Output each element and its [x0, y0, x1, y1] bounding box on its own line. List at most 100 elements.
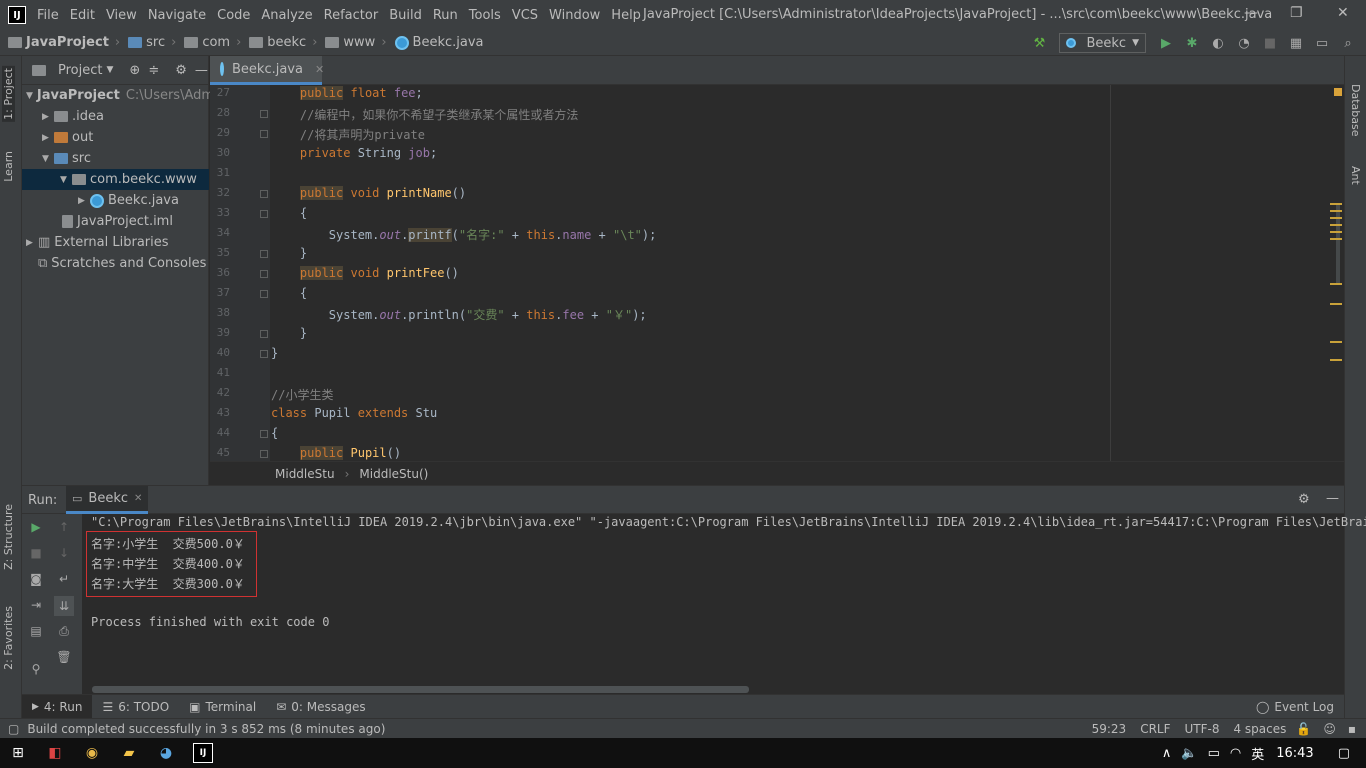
scroll-thumb[interactable] — [1336, 203, 1340, 283]
tree-item-javaproject[interactable]: ▼ JavaProject C:\Users\Adm — [26, 85, 214, 106]
debug-icon[interactable]: ✱ — [1184, 35, 1200, 51]
fold-marker-icon[interactable] — [260, 330, 268, 338]
locate-icon[interactable]: ⊕ — [129, 63, 140, 78]
app-icon[interactable]: ◧ — [45, 743, 65, 763]
wifi-icon[interactable]: ◠ — [1230, 746, 1241, 761]
indent-setting[interactable]: 4 spaces — [1233, 722, 1286, 736]
tree-item-scratches[interactable]: ⧉ Scratches and Consoles — [38, 253, 206, 274]
crumb-com[interactable]: com — [184, 35, 230, 50]
print-icon[interactable]: ⎙ — [56, 624, 72, 638]
fold-marker-icon[interactable] — [260, 290, 268, 298]
tab-structure[interactable]: Z: Structure — [2, 504, 15, 570]
tab-favorites[interactable]: 2: Favorites — [2, 606, 15, 670]
notifications-icon[interactable]: ▪ — [1348, 722, 1356, 736]
file-explorer-icon[interactable]: ▰ — [119, 743, 139, 763]
inspector-icon[interactable]: ☺ — [1323, 722, 1336, 736]
tab-beekc-java[interactable]: Beekc.java ✕ — [210, 56, 324, 85]
warning-stripe-marker[interactable] — [1330, 217, 1342, 219]
file-encoding[interactable]: UTF-8 — [1185, 722, 1220, 736]
menu-help[interactable]: Help — [611, 8, 641, 23]
trash-icon[interactable]: 🗑 — [56, 650, 72, 664]
horizontal-scrollbar[interactable] — [92, 686, 749, 693]
clock[interactable]: 16:43 — [1276, 746, 1313, 761]
coverage-icon[interactable]: ◐ — [1210, 35, 1226, 51]
menu-navigate[interactable]: Navigate — [148, 8, 206, 23]
run-tab-beekc[interactable]: ▭ Beekc ✕ — [66, 486, 149, 514]
fold-marker-icon[interactable] — [260, 190, 268, 198]
project-panel-title[interactable]: Project — [58, 63, 102, 78]
warning-stripe-marker[interactable] — [1330, 359, 1342, 361]
restore-icon[interactable]: ❐ — [1290, 5, 1303, 21]
line-separator[interactable]: CRLF — [1140, 722, 1170, 736]
scroll-to-end-icon[interactable]: ⇊ — [54, 596, 74, 616]
gear-icon[interactable]: ⚙ — [1298, 492, 1310, 507]
tree-item-src[interactable]: ▼ src — [42, 148, 91, 169]
up-arrow-icon[interactable]: ↑ — [56, 520, 72, 534]
fold-marker-icon[interactable] — [260, 250, 268, 258]
tree-item-beekc-java[interactable]: ▶ Beekc.java — [78, 190, 179, 211]
battery-icon[interactable]: ▭ — [1208, 746, 1220, 761]
rerun-icon[interactable]: ▶ — [28, 520, 44, 534]
menu-build[interactable]: Build — [389, 8, 422, 23]
tree-item-com-beekc-www[interactable]: ▼ com.beekc.www — [22, 169, 209, 190]
down-arrow-icon[interactable]: ↓ — [56, 546, 72, 560]
crumb-beekc[interactable]: beekc — [249, 35, 306, 50]
lock-icon[interactable]: 🔓 — [1296, 722, 1311, 736]
menu-edit[interactable]: Edit — [70, 8, 95, 23]
menu-analyze[interactable]: Analyze — [261, 8, 312, 23]
run-config-select[interactable]: Beekc ▼ — [1059, 33, 1146, 53]
menu-window[interactable]: Window — [549, 8, 600, 23]
tab-event-log[interactable]: ◯ Event Log — [1246, 695, 1344, 719]
tab-run[interactable]: ▶ 4: Run — [22, 694, 93, 719]
tab-todo[interactable]: ☰ 6: TODO — [92, 695, 179, 719]
menu-code[interactable]: Code — [217, 8, 250, 23]
camera-icon[interactable]: ◙ — [28, 572, 44, 586]
menu-refactor[interactable]: Refactor — [324, 8, 379, 23]
volume-icon[interactable]: 🔈 — [1181, 746, 1197, 761]
menu-vcs[interactable]: VCS — [512, 8, 538, 23]
search-icon[interactable]: ⌕ — [1340, 35, 1356, 51]
project-structure-icon[interactable]: ▦ — [1288, 35, 1304, 51]
soft-wrap-icon[interactable]: ↵ — [56, 572, 72, 586]
menu-view[interactable]: View — [106, 8, 137, 23]
menu-file[interactable]: File — [37, 8, 59, 23]
fold-marker-icon[interactable] — [260, 270, 268, 278]
fold-marker-icon[interactable] — [260, 110, 268, 118]
minimize-icon[interactable]: — — [1244, 5, 1258, 21]
close-icon[interactable]: ✕ — [1337, 5, 1349, 21]
crumb-www[interactable]: www — [325, 35, 375, 50]
run-console[interactable]: "C:\Program Files\JetBrains\IntelliJ IDE… — [82, 514, 1366, 694]
warning-stripe-marker[interactable] — [1330, 238, 1342, 240]
breadcrumb-class[interactable]: MiddleStu — [275, 467, 335, 481]
code-editor[interactable]: 27 28 29 30 31 32 33 34 35 36 37 38 39 40 41 42 43 44 45 p… — [210, 85, 1344, 461]
windows-start-icon[interactable]: ⊞ — [8, 743, 28, 763]
hide-icon[interactable]: — — [195, 63, 208, 78]
editor-scroll-markers[interactable] — [1330, 85, 1344, 461]
status-message[interactable]: Build completed successfully in 3 s 852 … — [27, 722, 385, 736]
tab-learn[interactable]: Learn — [2, 151, 15, 182]
ime-indicator[interactable]: 英 — [1251, 744, 1264, 763]
restore-layout-icon[interactable]: ⇥ — [28, 598, 44, 612]
menu-tools[interactable]: Tools — [469, 8, 501, 23]
stop-icon[interactable]: ■ — [28, 546, 44, 560]
close-tab-icon[interactable]: ✕ — [315, 63, 324, 76]
toggle-view-icon[interactable]: ▭ — [1314, 35, 1330, 51]
tab-database[interactable]: Database — [1349, 84, 1362, 137]
warning-stripe-marker[interactable] — [1330, 283, 1342, 285]
intellij-taskbar-icon[interactable]: IJ — [193, 743, 213, 763]
warning-stripe-marker[interactable] — [1330, 224, 1342, 226]
stop-icon[interactable]: ■ — [1262, 35, 1278, 51]
crumb-project[interactable]: JavaProject — [8, 35, 109, 50]
tree-item-iml[interactable]: JavaProject.iml — [62, 211, 173, 232]
crumb-src[interactable]: src — [128, 35, 165, 50]
status-icon[interactable]: ▢ — [8, 722, 19, 736]
browser-icon[interactable]: ◕ — [156, 743, 176, 763]
warning-stripe-marker[interactable] — [1330, 203, 1342, 205]
profile-icon[interactable]: ◔ — [1236, 35, 1252, 51]
tree-item-idea[interactable]: ▶ .idea — [42, 106, 104, 127]
warning-stripe-marker[interactable] — [1330, 231, 1342, 233]
chevron-down-icon[interactable]: ▼ — [106, 65, 113, 75]
fold-marker-icon[interactable] — [260, 430, 268, 438]
crumb-file[interactable]: Beekc.java — [394, 35, 484, 50]
warning-stripe-marker[interactable] — [1330, 303, 1342, 305]
